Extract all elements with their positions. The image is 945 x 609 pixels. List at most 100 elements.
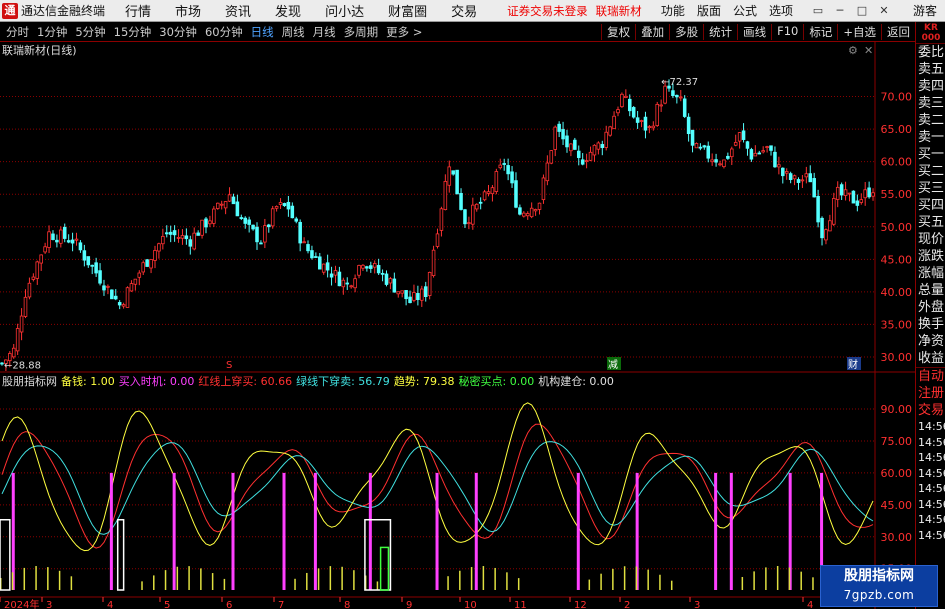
tab-more[interactable]: 更多 > xyxy=(382,24,426,40)
menu-discover[interactable]: 发现 xyxy=(263,1,313,20)
candle-body xyxy=(325,262,330,271)
ind-tick-label: 45.00 xyxy=(881,499,913,512)
price-tick-label: 45.00 xyxy=(881,253,913,266)
candle-body xyxy=(400,290,404,294)
adjust-button[interactable]: 复权 xyxy=(601,23,635,40)
candle-body xyxy=(247,219,251,225)
candle-body xyxy=(43,246,47,253)
x-tick-label: 10 xyxy=(464,600,477,609)
candle-body xyxy=(51,233,55,240)
f10-button[interactable]: F10 xyxy=(771,23,803,40)
candle-body xyxy=(714,159,718,163)
watermark-title: 股朋指标网 xyxy=(844,568,914,584)
candle-body xyxy=(282,203,287,207)
menu-wealth-circle[interactable]: 财富圈 xyxy=(376,1,439,20)
tab-monthly[interactable]: 月线 xyxy=(309,24,340,40)
cash-bar xyxy=(812,577,814,590)
tab-15min[interactable]: 15分钟 xyxy=(110,24,156,40)
price-tick-label: 40.00 xyxy=(881,286,913,299)
candle-body xyxy=(459,192,463,210)
maximize-icon[interactable]: □ xyxy=(851,4,873,17)
menu-quotes[interactable]: 行情 xyxy=(113,1,163,20)
close-icon[interactable]: ✕ xyxy=(873,4,895,17)
candle-body xyxy=(388,278,393,284)
kr-badge[interactable]: KR 000 xyxy=(916,22,945,44)
mark-button[interactable]: 标记 xyxy=(803,23,837,40)
indicator-name[interactable]: 股朋指标网 xyxy=(2,373,57,389)
candle-body xyxy=(396,291,401,295)
cash-bar xyxy=(494,567,496,590)
tab-1min[interactable]: 1分钟 xyxy=(33,24,71,40)
auto-register-list: 自动 注册 交易 xyxy=(916,367,945,419)
back-button[interactable]: 返回 xyxy=(881,23,915,40)
candle-body xyxy=(290,205,295,219)
candle-body xyxy=(380,272,385,275)
guest-user[interactable]: 游客 xyxy=(913,2,937,19)
restore-icon[interactable]: ▭ xyxy=(807,4,829,17)
candle-body xyxy=(23,296,28,317)
candle-body xyxy=(149,259,153,269)
cash-bar xyxy=(506,572,508,590)
menu-ask[interactable]: 问小达 xyxy=(313,1,376,20)
menu-trade[interactable]: 交易 xyxy=(439,1,489,20)
candle-body xyxy=(839,184,844,196)
cash-bar xyxy=(164,570,167,590)
menu-market[interactable]: 市场 xyxy=(163,1,213,20)
cash-bar xyxy=(188,566,190,590)
tab-multi-period[interactable]: 多周期 xyxy=(340,24,383,40)
candle-body xyxy=(726,155,730,159)
watermark-url: 7gpzb.com xyxy=(843,588,915,602)
candle-body xyxy=(302,241,306,244)
candle-body xyxy=(812,178,816,198)
candle-body xyxy=(788,173,793,181)
candle-body xyxy=(361,264,365,269)
candle-body xyxy=(208,220,212,225)
candle-body xyxy=(102,285,106,291)
quote-field-7: 买二 xyxy=(918,164,945,179)
menu-formula[interactable]: 公式 xyxy=(727,2,763,19)
menu-news[interactable]: 资讯 xyxy=(213,1,263,20)
login-warning[interactable]: 证券交易未登录 xyxy=(507,3,588,19)
cash-bar xyxy=(635,566,638,590)
time-label-2: 14:56 xyxy=(918,451,945,464)
quote-side-panel: KR 000 委比 卖五 卖四 卖三 卖二 卖一 买一 买二 买三 买四 买五 现价 涨跌 涨幅 总量 外盘换… xyxy=(915,22,945,609)
candle-body xyxy=(372,263,377,268)
cash-bar xyxy=(600,573,602,590)
cash-bar xyxy=(376,581,379,590)
minimize-icon[interactable]: ─ xyxy=(829,4,851,17)
price-tick-label: 30.00 xyxy=(881,351,913,364)
stock-name-link[interactable]: 联瑞新材 xyxy=(596,3,642,19)
candle-body xyxy=(435,233,440,247)
tab-intraday[interactable]: 分时 xyxy=(2,24,33,40)
candle-body xyxy=(722,159,726,168)
menu-layout[interactable]: 版面 xyxy=(691,2,727,19)
statistics-button[interactable]: 统计 xyxy=(703,23,737,40)
menu-function[interactable]: 功能 xyxy=(655,2,691,19)
tab-30min[interactable]: 30分钟 xyxy=(155,24,201,40)
tab-5min[interactable]: 5分钟 xyxy=(71,24,109,40)
candle-body xyxy=(451,170,455,175)
tab-weekly[interactable]: 周线 xyxy=(278,24,309,40)
chart-area[interactable]: 联瑞新材(日线) ⚙ ✕ 70.00 65.00 60.00 55.00 50.00 45.00… xyxy=(0,42,915,609)
candle-body xyxy=(737,132,742,142)
overlay-button[interactable]: 叠加 xyxy=(635,23,669,40)
cash-bar xyxy=(353,570,355,590)
candle-body xyxy=(219,203,224,206)
candle-body xyxy=(835,186,840,200)
cash-bar xyxy=(470,567,473,590)
tab-60min[interactable]: 60分钟 xyxy=(201,24,247,40)
tab-daily[interactable]: 日线 xyxy=(247,24,278,40)
candle-body xyxy=(651,125,656,129)
draw-line-button[interactable]: 画线 xyxy=(737,23,771,40)
candle-body xyxy=(204,218,208,228)
candle-body xyxy=(635,117,640,123)
menu-options[interactable]: 选项 xyxy=(763,2,799,19)
candle-body xyxy=(27,282,32,298)
candle-body xyxy=(639,120,644,122)
ind-tick-label: 75.00 xyxy=(881,435,913,448)
price-tick-label: 35.00 xyxy=(881,318,913,331)
candle-body xyxy=(223,201,228,209)
add-watchlist-button[interactable]: +自选 xyxy=(837,23,881,40)
candle-body xyxy=(98,270,102,284)
multi-stock-button[interactable]: 多股 xyxy=(669,23,703,40)
